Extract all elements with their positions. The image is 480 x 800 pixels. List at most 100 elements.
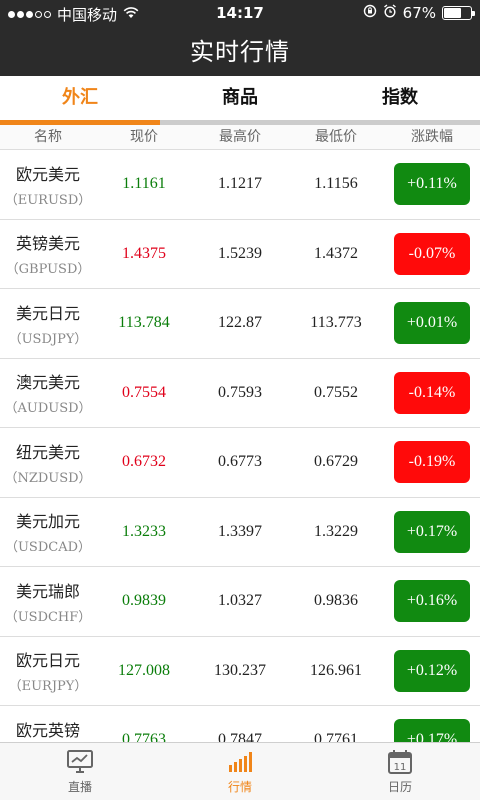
instrument-code: （EURUSD） xyxy=(4,192,92,208)
change-badge[interactable]: +0.12% xyxy=(394,649,470,692)
change-cell: +0.17% xyxy=(384,510,480,553)
instrument-name-cn: 澳元美元 xyxy=(15,373,80,393)
current-price: 0.7763 xyxy=(122,731,166,742)
page-title: 实时行情 xyxy=(190,38,290,66)
change-cell: +0.17% xyxy=(384,719,480,742)
instrument-name-cn: 欧元美元 xyxy=(15,164,80,184)
high-price: 0.6773 xyxy=(218,453,262,471)
change-badge[interactable]: -0.07% xyxy=(394,232,470,275)
change-cell: +0.12% xyxy=(384,649,480,692)
low-price: 1.1156 xyxy=(314,175,358,193)
low-price: 0.7761 xyxy=(314,731,358,742)
change-badge[interactable]: +0.16% xyxy=(394,580,470,623)
instrument-name: 美元瑞郎 （USDCHF） xyxy=(0,578,96,625)
col-low: 最低价 xyxy=(315,129,357,145)
nav-live-label: 直播 xyxy=(67,779,92,794)
quote-row[interactable]: 美元日元 （USDJPY） 113.784 122.87 113.773 +0.01% xyxy=(0,289,480,359)
tab-commodities[interactable]: 商品 xyxy=(160,76,320,122)
status-bar: 中国移动 14:17 67% xyxy=(0,0,480,26)
instrument-name: 美元日元 （USDJPY） xyxy=(0,300,96,347)
quote-row[interactable]: 美元加元 （USDCAD） 1.3233 1.3397 1.3229 +0.17% xyxy=(0,498,480,567)
alarm-icon xyxy=(383,4,397,22)
quote-row[interactable]: 英镑美元 （GBPUSD） 1.4375 1.5239 1.4372 -0.07% xyxy=(0,220,480,289)
change-badge[interactable]: -0.19% xyxy=(394,441,470,484)
category-tabs: 外汇 商品 指数 xyxy=(0,76,480,122)
instrument-code: （USDCAD） xyxy=(4,540,92,556)
change-badge[interactable]: +0.11% xyxy=(394,163,470,206)
status-right: 67% xyxy=(363,4,475,22)
current-price: 0.9839 xyxy=(122,592,166,610)
nav-calendar[interactable]: 11 日历 xyxy=(320,743,480,800)
quote-list[interactable]: 欧元美元 （EURUSD） 1.1161 1.1217 1.1156 +0.11% 英镑美元… xyxy=(0,150,480,742)
low-price: 126.961 xyxy=(310,661,362,679)
current-price: 127.008 xyxy=(118,661,170,679)
low-price: 1.4372 xyxy=(314,244,358,262)
instrument-name: 欧元英镑（EURGBP） xyxy=(0,717,96,742)
change-badge[interactable]: -0.14% xyxy=(394,371,470,414)
current-price: 1.3233 xyxy=(122,522,166,540)
instrument-code: （AUDUSD） xyxy=(4,401,92,417)
quote-row[interactable]: 欧元日元 （EURJPY） 127.008 130.237 126.961 +0.12% xyxy=(0,637,480,706)
instrument-code: （NZDUSD） xyxy=(4,470,92,486)
change-cell: -0.07% xyxy=(384,232,480,275)
current-price: 0.7554 xyxy=(122,383,166,401)
change-badge[interactable]: +0.17% xyxy=(394,510,470,553)
instrument-name-cn: 美元日元 xyxy=(15,303,80,323)
high-price: 1.1217 xyxy=(218,175,262,193)
instrument-name-cn: 欧元英镑 xyxy=(15,720,80,740)
column-header: 名称 现价 最高价 最低价 涨跌幅 xyxy=(0,125,480,150)
instrument-name-cn: 美元瑞郎 xyxy=(15,581,80,601)
low-price: 0.9836 xyxy=(314,592,358,610)
quote-row[interactable]: 欧元英镑（EURGBP） 0.7763 0.7847 0.7761 +0.17% xyxy=(0,706,480,742)
change-badge[interactable]: +0.17% xyxy=(394,719,470,742)
change-cell: -0.19% xyxy=(384,441,480,484)
high-price: 1.5239 xyxy=(218,244,262,262)
quote-row[interactable]: 美元瑞郎 （USDCHF） 0.9839 1.0327 0.9836 +0.16% xyxy=(0,567,480,637)
battery-icon xyxy=(442,6,475,20)
low-price: 0.6729 xyxy=(314,453,358,471)
col-price: 现价 xyxy=(130,129,158,145)
tab-indices[interactable]: 指数 xyxy=(320,76,480,122)
quote-row[interactable]: 澳元美元 （AUDUSD） 0.7554 0.7593 0.7552 -0.14% xyxy=(0,359,480,428)
high-price: 130.237 xyxy=(214,661,266,679)
high-price: 0.7593 xyxy=(218,383,262,401)
monitor-icon xyxy=(67,749,93,773)
quote-row[interactable]: 纽元美元 （NZDUSD） 0.6732 0.6773 0.6729 -0.19% xyxy=(0,428,480,498)
col-change: 涨跌幅 xyxy=(411,129,453,145)
current-price: 1.4375 xyxy=(122,244,166,262)
tab-forex[interactable]: 外汇 xyxy=(0,76,160,122)
instrument-name: 纽元美元 （NZDUSD） xyxy=(0,439,96,486)
instrument-name: 英镑美元 （GBPUSD） xyxy=(0,230,96,277)
calendar-day-number: 11 xyxy=(394,762,407,773)
instrument-name: 澳元美元 （AUDUSD） xyxy=(0,369,96,416)
instrument-code: （USDJPY） xyxy=(8,331,88,347)
low-price: 1.3229 xyxy=(314,522,358,540)
change-cell: -0.14% xyxy=(384,371,480,414)
bar-chart-icon xyxy=(229,751,252,772)
instrument-code: （USDCHF） xyxy=(4,609,92,625)
nav-quotes-label: 行情 xyxy=(227,779,252,794)
instrument-name-cn: 美元加元 xyxy=(15,512,80,532)
instrument-code: （GBPUSD） xyxy=(5,262,91,278)
instrument-name-cn: 欧元日元 xyxy=(15,651,80,671)
change-cell: +0.01% xyxy=(384,302,480,345)
col-high: 最高价 xyxy=(219,129,261,145)
quote-row[interactable]: 欧元美元 （EURUSD） 1.1161 1.1217 1.1156 +0.11% xyxy=(0,150,480,220)
high-price: 1.3397 xyxy=(218,522,262,540)
nav-quotes[interactable]: 行情 xyxy=(160,743,320,800)
nav-live[interactable]: 直播 xyxy=(0,743,160,800)
low-price: 113.773 xyxy=(310,314,362,332)
change-cell: +0.16% xyxy=(384,580,480,623)
current-price: 0.6732 xyxy=(122,453,166,471)
battery-percent: 67% xyxy=(402,4,436,22)
high-price: 122.87 xyxy=(218,314,262,332)
col-name: 名称 xyxy=(34,129,62,145)
instrument-name: 美元加元 （USDCAD） xyxy=(0,508,96,555)
current-price: 113.784 xyxy=(118,314,170,332)
high-price: 0.7847 xyxy=(218,731,262,742)
change-badge[interactable]: +0.01% xyxy=(394,302,470,345)
instrument-name: 欧元日元 （EURJPY） xyxy=(0,647,96,694)
rotation-lock-icon xyxy=(363,4,377,22)
instrument-name-cn: 纽元美元 xyxy=(15,442,80,462)
instrument-name: 欧元美元 （EURUSD） xyxy=(0,161,96,208)
